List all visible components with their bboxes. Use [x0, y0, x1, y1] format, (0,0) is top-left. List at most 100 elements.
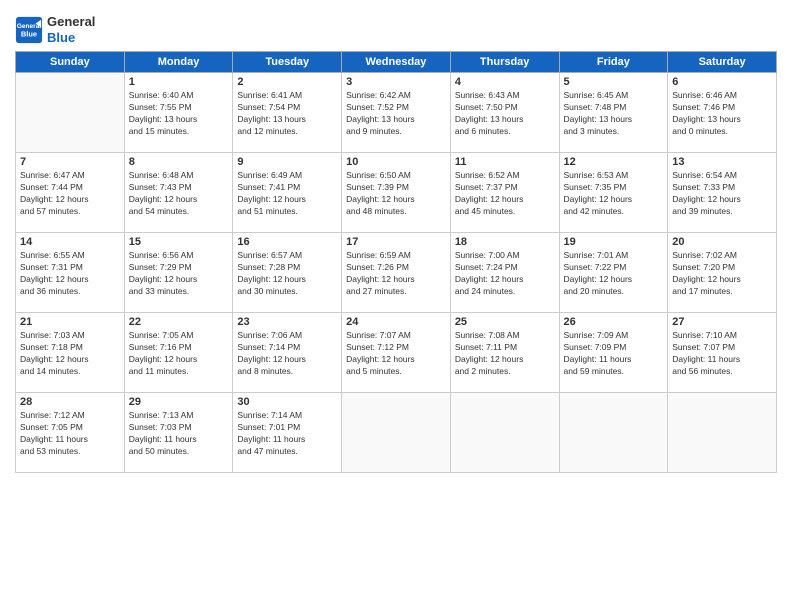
day-info-line: Daylight: 12 hours — [346, 274, 446, 286]
day-number: 5 — [564, 76, 664, 88]
day-cell: 23Sunrise: 7:06 AMSunset: 7:14 PMDayligh… — [233, 313, 342, 393]
day-info-line: and 17 minutes. — [672, 286, 772, 298]
day-number: 13 — [672, 156, 772, 168]
day-info: Sunrise: 6:41 AMSunset: 7:54 PMDaylight:… — [237, 90, 337, 138]
day-number: 7 — [20, 156, 120, 168]
day-info-line: Sunset: 7:28 PM — [237, 262, 337, 274]
day-info-line: Sunset: 7:37 PM — [455, 182, 555, 194]
day-info-line: Sunrise: 6:41 AM — [237, 90, 337, 102]
day-number: 2 — [237, 76, 337, 88]
day-info-line: and 42 minutes. — [564, 206, 664, 218]
day-cell: 17Sunrise: 6:59 AMSunset: 7:26 PMDayligh… — [342, 233, 451, 313]
day-info-line: Daylight: 13 hours — [346, 114, 446, 126]
day-info-line: Sunset: 7:01 PM — [237, 422, 337, 434]
day-info-line: and 6 minutes. — [455, 126, 555, 138]
day-info-line: Daylight: 12 hours — [346, 194, 446, 206]
day-info-line: Sunset: 7:43 PM — [129, 182, 229, 194]
day-info-line: Daylight: 13 hours — [237, 114, 337, 126]
day-number: 24 — [346, 316, 446, 328]
day-info-line: and 51 minutes. — [237, 206, 337, 218]
day-info-line: and 0 minutes. — [672, 126, 772, 138]
day-number: 3 — [346, 76, 446, 88]
day-info: Sunrise: 7:03 AMSunset: 7:18 PMDaylight:… — [20, 330, 120, 378]
day-info-line: Daylight: 12 hours — [237, 274, 337, 286]
day-info-line: Daylight: 12 hours — [129, 354, 229, 366]
day-number: 28 — [20, 396, 120, 408]
day-info: Sunrise: 6:49 AMSunset: 7:41 PMDaylight:… — [237, 170, 337, 218]
day-info-line: Daylight: 12 hours — [455, 194, 555, 206]
day-info-line: Daylight: 13 hours — [129, 114, 229, 126]
day-info-line: and 57 minutes. — [20, 206, 120, 218]
day-number: 4 — [455, 76, 555, 88]
day-number: 8 — [129, 156, 229, 168]
day-info-line: and 11 minutes. — [129, 366, 229, 378]
day-info-line: Daylight: 12 hours — [237, 354, 337, 366]
day-cell: 22 Sunrise: 7:05 AMSunset: 7:16 PMDayligh… — [124, 313, 233, 393]
day-info-line: Sunrise: 6:56 AM — [129, 250, 229, 262]
day-info: Sunrise: 7:02 AMSunset: 7:20 PMDaylight:… — [672, 250, 772, 298]
day-info: Sunrise: 6:47 AMSunset: 7:44 PMDaylight:… — [20, 170, 120, 218]
day-cell: 13Sunrise: 6:54 AMSunset: 7:33 PMDayligh… — [668, 153, 777, 233]
day-info-line: Daylight: 12 hours — [346, 354, 446, 366]
day-info: Sunrise: 6:59 AMSunset: 7:26 PMDaylight:… — [346, 250, 446, 298]
day-info-line: and 27 minutes. — [346, 286, 446, 298]
day-info-line: Sunrise: 7:13 AM — [129, 410, 229, 422]
day-info-line: Daylight: 13 hours — [455, 114, 555, 126]
day-info: Sunrise: 6:40 AMSunset: 7:55 PMDaylight:… — [129, 90, 229, 138]
day-number: 27 — [672, 316, 772, 328]
day-info-line: Sunrise: 6:45 AM — [564, 90, 664, 102]
day-info: Sunrise: 7:14 AMSunset: 7:01 PMDaylight:… — [237, 410, 337, 458]
day-info-line: Daylight: 12 hours — [564, 194, 664, 206]
day-info: Sunrise: 7:05 AMSunset: 7:16 PMDaylight:… — [129, 330, 229, 378]
day-info-line: Sunset: 7:55 PM — [129, 102, 229, 114]
day-info-line: Sunrise: 7:09 AM — [564, 330, 664, 342]
day-info-line: Sunrise: 6:47 AM — [20, 170, 120, 182]
calendar: SundayMondayTuesdayWednesdayThursdayFrid… — [15, 51, 777, 473]
day-info-line: Sunset: 7:44 PM — [20, 182, 120, 194]
day-cell: 19Sunrise: 7:01 AMSunset: 7:22 PMDayligh… — [559, 233, 668, 313]
day-info: Sunrise: 6:48 AMSunset: 7:43 PMDaylight:… — [129, 170, 229, 218]
day-info-line: Daylight: 12 hours — [20, 194, 120, 206]
day-info-line: Sunset: 7:29 PM — [129, 262, 229, 274]
day-info: Sunrise: 7:13 AMSunset: 7:03 PMDaylight:… — [129, 410, 229, 458]
day-info-line: Sunrise: 6:42 AM — [346, 90, 446, 102]
day-info-line: and 3 minutes. — [564, 126, 664, 138]
day-header-saturday: Saturday — [668, 52, 777, 73]
day-cell — [668, 393, 777, 473]
day-info-line: Sunset: 7:33 PM — [672, 182, 772, 194]
page: General Blue General Blue SundayMondayTu… — [0, 0, 792, 612]
day-cell: 2 Sunrise: 6:41 AMSunset: 7:54 PMDaylight… — [233, 73, 342, 153]
day-info-line: Sunset: 7:50 PM — [455, 102, 555, 114]
logo: General Blue General Blue — [15, 14, 95, 45]
day-info-line: Sunset: 7:11 PM — [455, 342, 555, 354]
logo-general: General — [47, 14, 95, 30]
day-info-line: and 12 minutes. — [237, 126, 337, 138]
svg-text:Blue: Blue — [21, 29, 37, 38]
day-info-line: Sunrise: 7:12 AM — [20, 410, 120, 422]
day-header-friday: Friday — [559, 52, 668, 73]
day-cell: 20Sunrise: 7:02 AMSunset: 7:20 PMDayligh… — [668, 233, 777, 313]
day-header-tuesday: Tuesday — [233, 52, 342, 73]
day-number: 14 — [20, 236, 120, 248]
day-info-line: and 9 minutes. — [346, 126, 446, 138]
day-cell: 21Sunrise: 7:03 AMSunset: 7:18 PMDayligh… — [16, 313, 125, 393]
day-cell: 6Sunrise: 6:46 AMSunset: 7:46 PMDaylight… — [668, 73, 777, 153]
day-info-line: Daylight: 13 hours — [564, 114, 664, 126]
day-info: Sunrise: 6:43 AMSunset: 7:50 PMDaylight:… — [455, 90, 555, 138]
day-cell: 5Sunrise: 6:45 AMSunset: 7:48 PMDaylight… — [559, 73, 668, 153]
day-cell — [450, 393, 559, 473]
day-info-line: and 24 minutes. — [455, 286, 555, 298]
day-info-line: and 8 minutes. — [237, 366, 337, 378]
week-row-4: 21Sunrise: 7:03 AMSunset: 7:18 PMDayligh… — [16, 313, 777, 393]
day-cell: 30Sunrise: 7:14 AMSunset: 7:01 PMDayligh… — [233, 393, 342, 473]
day-info-line: Sunset: 7:05 PM — [20, 422, 120, 434]
day-info-line: and 54 minutes. — [129, 206, 229, 218]
week-row-3: 14Sunrise: 6:55 AMSunset: 7:31 PMDayligh… — [16, 233, 777, 313]
day-info-line: and 15 minutes. — [129, 126, 229, 138]
day-number: 15 — [129, 236, 229, 248]
day-info-line: Sunrise: 6:59 AM — [346, 250, 446, 262]
day-info-line: Sunset: 7:35 PM — [564, 182, 664, 194]
day-info-line: Sunset: 7:20 PM — [672, 262, 772, 274]
day-cell: 3Sunrise: 6:42 AMSunset: 7:52 PMDaylight… — [342, 73, 451, 153]
day-number: 22 — [129, 316, 229, 328]
